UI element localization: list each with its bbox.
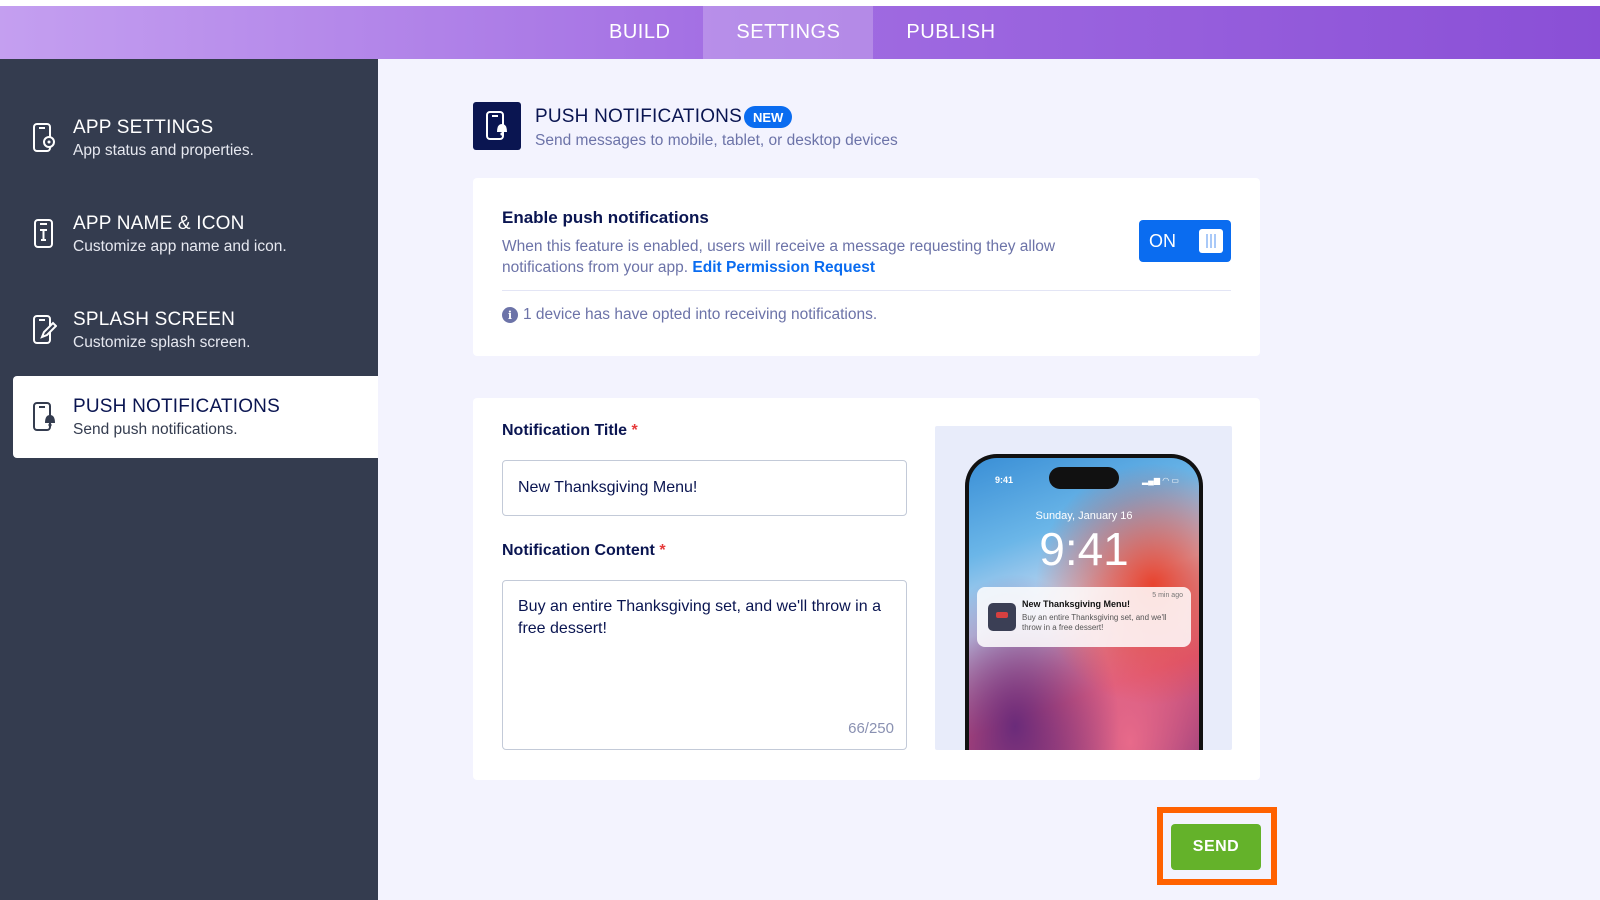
notification-preview: New Thanksgiving Menu! 5 min ago Buy an … [977,587,1191,647]
top-tabs: BUILD SETTINGS PUBLISH [576,6,1029,59]
sidebar-item-subtitle: App status and properties. [73,141,254,159]
send-button[interactable]: SEND [1171,824,1261,870]
tab-publish[interactable]: PUBLISH [873,6,1028,59]
push-notifications-header-icon [473,102,521,150]
signal-wifi-battery-icon: ▂▄▆ ◠ ▭ [1142,476,1179,485]
required-mark: * [631,422,638,439]
required-mark: * [659,542,666,559]
sidebar-item-title: APP SETTINGS [73,116,214,138]
sidebar-item-title: PUSH NOTIFICATIONS [73,395,280,417]
page-title: PUSH NOTIFICATIONS [535,106,742,127]
phone-status-time: 9:41 [995,475,1014,485]
toggle-knob [1199,229,1223,253]
push-enable-toggle[interactable]: ON [1139,220,1231,262]
phone-text-icon [29,217,59,251]
sidebar-item-subtitle: Send push notifications. [73,420,238,438]
divider [502,290,1231,291]
enable-push-description: When this feature is enabled, users will… [502,236,1072,278]
notification-content-label: Notification Content * [502,542,666,560]
sidebar-item-push-notifications[interactable]: PUSH NOTIFICATIONS Send push notificatio… [13,376,378,458]
notification-preview-title: New Thanksgiving Menu! [1022,599,1131,609]
sidebar: APP SETTINGS App status and properties. … [0,59,378,900]
notification-title-label: Notification Title * [502,422,638,440]
tab-settings[interactable]: SETTINGS [703,6,874,59]
notification-title-input[interactable] [502,460,907,516]
phone-preview: 9:41 ▂▄▆ ◠ ▭ Sunday, January 16 9:41 New… [935,426,1232,750]
app-icon [988,603,1016,631]
sidebar-item-subtitle: Customize splash screen. [73,333,251,351]
enable-push-card: Enable push notifications When this feat… [473,178,1260,356]
gear-phone-icon [29,121,59,155]
notification-preview-time: 5 min ago [1152,592,1183,599]
sidebar-item-title: APP NAME & ICON [73,212,245,234]
notification-content-label-text: Notification Content [502,542,655,559]
notification-title-label-text: Notification Title [502,422,628,439]
notification-form-card: Notification Title * Notification Conten… [473,398,1260,780]
sidebar-item-app-settings[interactable]: APP SETTINGS App status and properties. [13,97,378,179]
opted-in-text: 1 device has have opted into receiving n… [523,306,878,323]
top-nav-bar: BUILD SETTINGS PUBLISH [0,6,1600,59]
tab-build[interactable]: BUILD [576,6,703,59]
opted-in-info: i 1 device has have opted into receiving… [502,306,877,324]
phone-edit-icon [29,313,59,347]
edit-permission-request-link[interactable]: Edit Permission Request [692,259,875,276]
notification-preview-body: Buy an entire Thanksgiving set, and we'l… [1022,613,1167,632]
phone-mockup: 9:41 ▂▄▆ ◠ ▭ Sunday, January 16 9:41 New… [965,454,1203,750]
new-badge: NEW [744,106,793,128]
phone-date: Sunday, January 16 [1035,510,1133,522]
sidebar-item-title: SPLASH SCREEN [73,308,236,330]
sidebar-item-app-name-icon[interactable]: APP NAME & ICON Customize app name and i… [13,193,378,275]
sidebar-item-splash-screen[interactable]: SPLASH SCREEN Customize splash screen. [13,289,378,371]
phone-notch [1049,467,1119,489]
sidebar-item-subtitle: Customize app name and icon. [73,237,287,255]
phone-clock: 9:41 [1039,523,1129,575]
character-counter: 66/250 [848,720,894,737]
info-icon: i [502,307,518,323]
enable-push-title: Enable push notifications [502,208,709,227]
page-subtitle: Send messages to mobile, tablet, or desk… [535,132,898,149]
toggle-label: ON [1149,230,1176,251]
phone-bell-icon [29,400,59,434]
